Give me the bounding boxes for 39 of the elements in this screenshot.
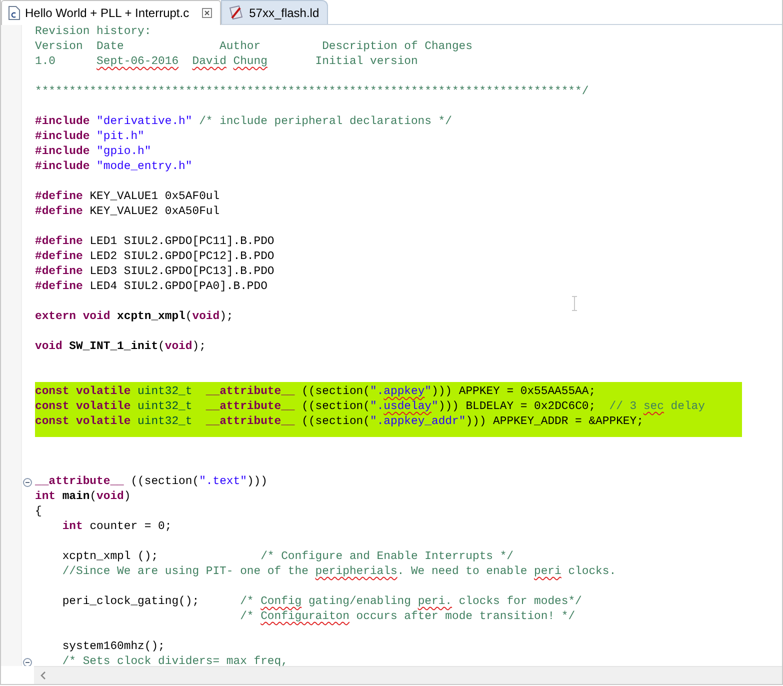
scroll-left-icon[interactable]: [40, 671, 46, 680]
code-line: 1.0 Sept-06-2016 David Chung Initial version: [35, 55, 419, 70]
code-line: {: [35, 505, 43, 520]
code-line: ********************************************************************************/: [35, 85, 590, 100]
file-pencil-icon: [228, 4, 244, 20]
code-line: #define KEY_VALUE1 0x5AF0ul: [35, 190, 221, 205]
code-line: #include "derivative.h" /* include peripheral declarations */: [35, 115, 453, 130]
code-line: #include "gpio.h": [35, 145, 152, 160]
code-line: const volatile uint32_t __attribute__ ((section(".appkey"))) APPKEY = 0x55AA55AA;: [35, 385, 597, 400]
code-line: /* Configuraiton occurs after mode transition! */: [239, 610, 576, 625]
code-line: void SW_INT_1_init(void);: [35, 340, 207, 355]
horizontal-scrollbar[interactable]: [34, 666, 782, 684]
text-cursor-icon: [571, 296, 578, 311]
code-line: /* Sets clock dividers= max freq,: [35, 655, 782, 666]
code-line: __attribute__ ((section(".text"))): [35, 475, 782, 490]
code-line: xcptn_xmpl (); /* Configure and Enable Interrupts */: [61, 550, 514, 565]
code-line: extern void xcptn_xmpl(void);: [35, 310, 234, 325]
code-line: const volatile uint32_t __attribute__ ((section(".appkey_addr"))) APPKEY_ADDR = &APPKEY;: [35, 415, 644, 430]
code-line: #define LED3 SIUL2.GPDO[PC13].B.PDO: [35, 265, 276, 280]
editor-tab[interactable]: 57xx_flash.ld: [221, 0, 328, 24]
code-line: #include "mode_entry.h": [35, 160, 194, 175]
code-line: peri_clock_gating(); /* Config gating/enabling peri. clocks for modes*/: [61, 595, 583, 610]
code-line: #define LED4 SIUL2.GPDO[PA0].B.PDO: [35, 280, 268, 295]
code-line: Version Date Author Description of Changes: [35, 40, 474, 55]
code-line: //Since We are using PIT- one of the peripherials. We need to enable peri clocks.: [61, 565, 618, 580]
code-line: #define LED2 SIUL2.GPDO[PC12].B.PDO: [35, 250, 276, 265]
collapse-icon[interactable]: [23, 478, 32, 487]
c-file-icon: [8, 6, 20, 20]
code-line: system160mhz();: [61, 640, 166, 655]
code-line: int counter = 0;: [61, 520, 173, 535]
code-line: #define LED1 SIUL2.GPDO[PC11].B.PDO: [35, 235, 276, 250]
close-icon[interactable]: [202, 8, 212, 18]
code-line: Revision history:: [35, 25, 152, 40]
code-line: #define KEY_VALUE2 0xA50Ful: [35, 205, 221, 220]
editor-tab[interactable]: Hello World + PLL + Interrupt.c: [1, 0, 222, 25]
code-line: int main(void): [35, 490, 132, 505]
code-line: #include "pit.h": [35, 130, 146, 145]
collapse-icon[interactable]: [23, 658, 32, 666]
code-line: const volatile uint32_t __attribute__ ((section(".usdelay"))) BLDELAY = 0x2DC6C0; // 3 sec delay: [35, 400, 706, 415]
